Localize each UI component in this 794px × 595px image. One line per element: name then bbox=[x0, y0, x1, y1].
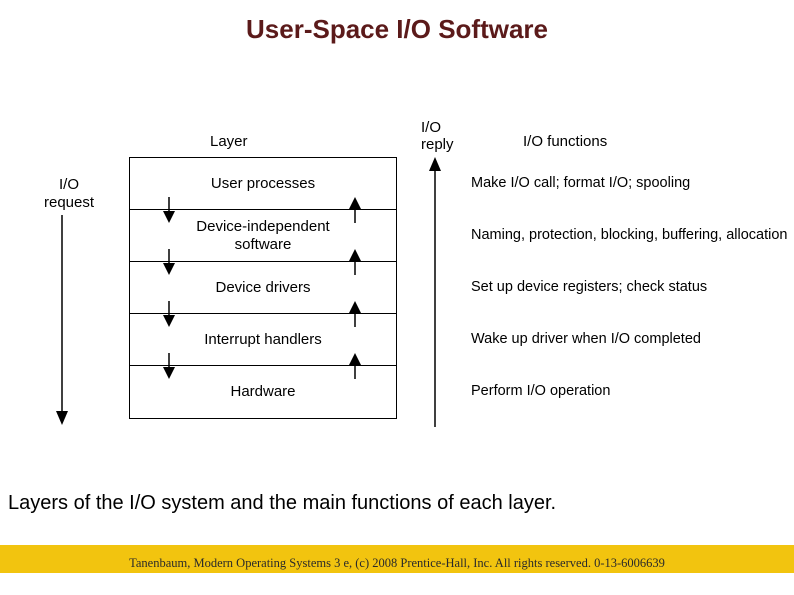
arrow-io-reply-up bbox=[423, 157, 447, 427]
function-text: Set up device registers; check status bbox=[471, 261, 791, 313]
label-io-request: I/Orequest bbox=[44, 176, 94, 212]
function-text: Make I/O call; format I/O; spooling bbox=[471, 157, 791, 209]
slide-title: User-Space I/O Software bbox=[0, 0, 794, 45]
layer-row: Hardware bbox=[130, 366, 396, 418]
footer-citation: Tanenbaum, Modern Operating Systems 3 e,… bbox=[0, 556, 794, 571]
header-layer: Layer bbox=[210, 133, 248, 150]
layer-row: Device-independentsoftware bbox=[130, 210, 396, 262]
layer-row: User processes bbox=[130, 158, 396, 210]
layer-row: Interrupt handlers bbox=[130, 314, 396, 366]
layer-stack: User processes Device-independentsoftwar… bbox=[129, 157, 397, 419]
function-text: Perform I/O operation bbox=[471, 365, 791, 417]
io-layers-diagram: Layer I/Oreply I/O functions I/Orequest … bbox=[0, 105, 794, 435]
layer-row: Device drivers bbox=[130, 262, 396, 314]
arrow-io-request-down bbox=[50, 215, 74, 425]
function-column: Make I/O call; format I/O; spooling Nami… bbox=[471, 157, 791, 417]
function-text: Wake up driver when I/O completed bbox=[471, 313, 791, 365]
figure-caption: Layers of the I/O system and the main fu… bbox=[8, 492, 556, 515]
header-reply: I/Oreply bbox=[421, 119, 454, 153]
header-functions: I/O functions bbox=[523, 133, 607, 150]
function-text: Naming, protection, blocking, buffering,… bbox=[471, 209, 791, 261]
